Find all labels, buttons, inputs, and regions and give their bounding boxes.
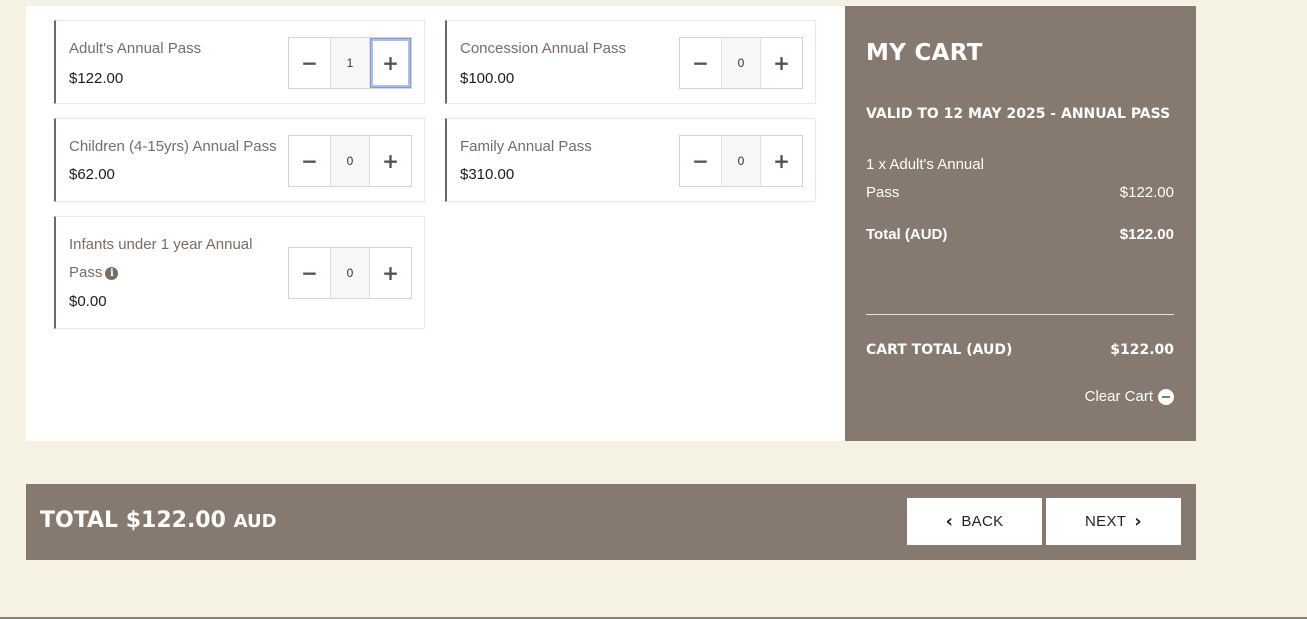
ticket-selection-panel: Adult's Annual Pass $122.00 − 1 + Conces… — [26, 6, 845, 441]
product-name: Family Annual Pass — [460, 138, 592, 155]
quantity-stepper: − 1 + — [288, 37, 412, 89]
footer-currency: AUD — [233, 511, 277, 532]
product-card-adult: Adult's Annual Pass $122.00 − 1 + — [54, 20, 425, 104]
cart-subtotal-row: Total (AUD) $122.00 — [866, 226, 1174, 243]
quantity-value[interactable]: 0 — [330, 248, 370, 298]
footer-total: TOTAL $122.00 AUD — [40, 508, 277, 533]
quantity-value[interactable]: 0 — [721, 136, 761, 186]
increment-button[interactable]: + — [370, 38, 411, 88]
quantity-stepper: − 0 + — [288, 135, 412, 187]
product-name: Children (4-15yrs) Annual Pass — [69, 138, 277, 155]
quantity-stepper: − 0 + — [679, 135, 803, 187]
cart-panel: MY CART VALID TO 12 MAY 2025 - ANNUAL PA… — [845, 6, 1196, 441]
product-name: Concession Annual Pass — [460, 40, 626, 57]
product-price: $0.00 — [69, 293, 107, 310]
increment-button[interactable]: + — [761, 38, 802, 88]
product-card-family: Family Annual Pass $310.00 − 0 + — [445, 118, 816, 202]
product-card-children: Children (4-15yrs) Annual Pass $62.00 − … — [54, 118, 425, 202]
cart-subtotal-label: Total (AUD) — [866, 226, 948, 243]
quantity-value[interactable]: 0 — [330, 136, 370, 186]
increment-button[interactable]: + — [370, 248, 411, 298]
cart-item-description: 1 x Adult's Annual Pass — [866, 156, 984, 201]
cart-total-label: CART TOTAL (AUD) — [866, 342, 1013, 358]
info-icon[interactable]: i — [105, 267, 119, 280]
increment-button[interactable]: + — [370, 136, 411, 186]
decrement-button[interactable]: − — [289, 248, 330, 298]
cart-item-amount: $122.00 — [1119, 184, 1174, 201]
back-button-label: BACK — [961, 513, 1004, 530]
next-button[interactable]: NEXT › — [1046, 498, 1181, 545]
cart-validity: VALID TO 12 MAY 2025 - ANNUAL PASS — [866, 106, 1171, 122]
quantity-value[interactable]: 0 — [721, 38, 761, 88]
back-button[interactable]: ‹ BACK — [907, 498, 1042, 545]
increment-button[interactable]: + — [761, 136, 802, 186]
cart-title: MY CART — [866, 40, 983, 66]
product-name: Adult's Annual Pass — [69, 40, 202, 57]
next-button-label: NEXT — [1085, 513, 1127, 530]
product-price: $100.00 — [460, 70, 515, 87]
product-card-concession: Concession Annual Pass $100.00 − 0 + — [445, 20, 816, 104]
cart-total-amount: $122.00 — [1110, 342, 1174, 358]
footer-total-label: TOTAL $122.00 — [40, 508, 226, 533]
minus-circle-icon — [1158, 388, 1174, 405]
quantity-stepper: − 0 + — [679, 37, 803, 89]
decrement-button[interactable]: − — [680, 136, 721, 186]
product-name: Infants under 1 year Annual Pass i — [69, 231, 269, 287]
clear-cart-button[interactable]: Clear Cart — [1085, 388, 1174, 405]
product-price: $310.00 — [460, 166, 515, 183]
decrement-button[interactable]: − — [289, 136, 330, 186]
quantity-stepper: − 0 + — [288, 247, 412, 299]
quantity-value[interactable]: 1 — [330, 38, 370, 88]
cart-line-item: 1 x Adult's Annual Pass $122.00 — [866, 151, 1174, 207]
cart-subtotal-amount: $122.00 — [1119, 226, 1174, 243]
product-name-text: Infants under 1 year Annual Pass — [69, 236, 253, 281]
product-card-infants: Infants under 1 year Annual Pass i $0.00 … — [54, 216, 425, 329]
decrement-button[interactable]: − — [289, 38, 330, 88]
product-price: $122.00 — [69, 70, 124, 87]
clear-cart-label: Clear Cart — [1084, 388, 1153, 405]
cart-total-row: CART TOTAL (AUD) $122.00 — [866, 342, 1174, 358]
chevron-left-icon: ‹ — [945, 511, 954, 532]
product-price: $62.00 — [69, 166, 115, 183]
decrement-button[interactable]: − — [680, 38, 721, 88]
chevron-right-icon: › — [1134, 511, 1142, 532]
cart-divider — [866, 314, 1174, 315]
footer-bar: TOTAL $122.00 AUD ‹ BACK NEXT › — [26, 484, 1196, 560]
